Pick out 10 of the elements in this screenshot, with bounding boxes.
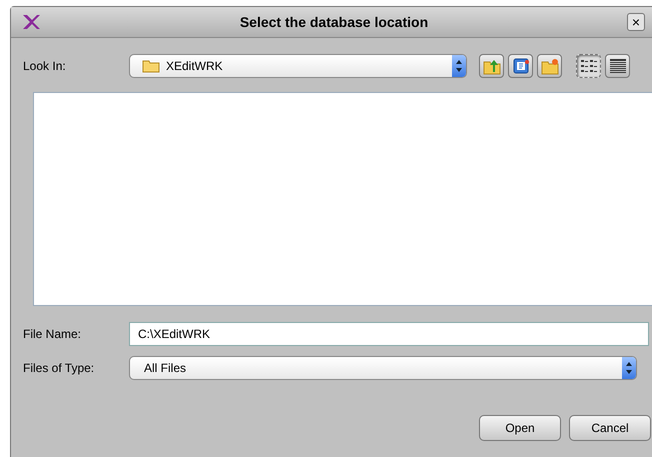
file-name-label: File Name: bbox=[23, 327, 82, 341]
file-type-label: Files of Type: bbox=[23, 361, 96, 375]
look-in-label: Look In: bbox=[23, 59, 67, 73]
window-title: Select the database location bbox=[238, 14, 430, 30]
cancel-button[interactable]: Cancel bbox=[569, 415, 651, 441]
file-name-field[interactable]: C:\XEditWRK bbox=[129, 322, 649, 346]
open-button[interactable]: Open bbox=[479, 415, 561, 441]
file-type-dropdown[interactable]: All Files bbox=[129, 356, 637, 380]
look-in-dropdown[interactable]: XEditWRK bbox=[129, 54, 467, 78]
close-button[interactable]: × bbox=[627, 13, 645, 31]
